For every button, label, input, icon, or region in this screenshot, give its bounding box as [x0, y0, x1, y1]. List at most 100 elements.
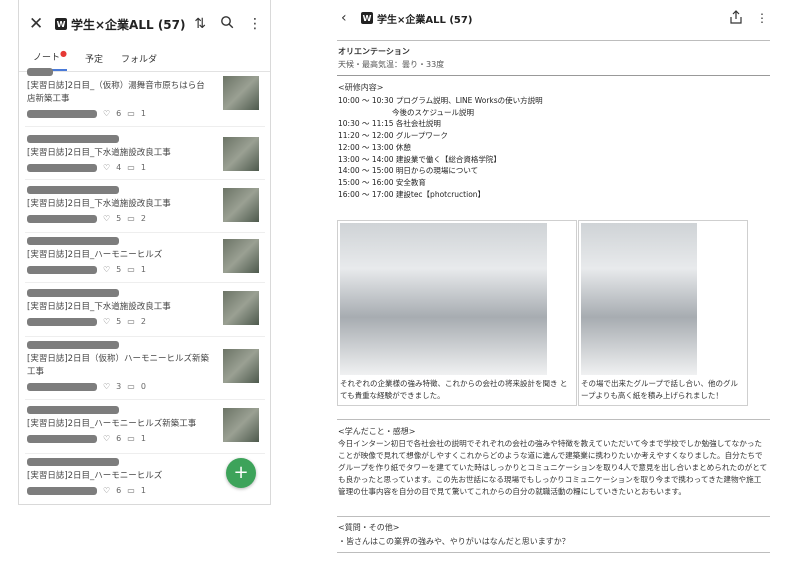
divider: [25, 336, 265, 337]
heart-icon: ♡: [103, 163, 111, 172]
note-item[interactable]: [実習日誌]2日目_ハーモニーヒルズ新築工事 ♡ 6 ▭ 1: [25, 406, 265, 454]
divider: [337, 552, 770, 553]
author-name-redacted: [27, 237, 119, 245]
paper-tower-photo: [581, 223, 697, 375]
like-count: 6: [116, 109, 122, 118]
author-name-redacted: [27, 68, 53, 76]
heart-icon: ♡: [103, 265, 111, 274]
divider: [25, 453, 265, 454]
like-count: 5: [116, 317, 122, 326]
comment-icon: ▭: [127, 109, 135, 118]
schedule-row: 15:00 ～ 16:00 安全教育: [338, 177, 426, 187]
like-count: 5: [116, 214, 122, 223]
unread-dot: ●: [60, 49, 67, 58]
photo-card-seminar[interactable]: それぞれの企業様の強み特徴、これからの会社の将来設計を聞き とても貴重な経験がで…: [337, 220, 577, 406]
note-thumbnail: [223, 76, 259, 110]
date-redacted: [27, 214, 97, 223]
note-title: [実習日誌]2日目_下水道施設改良工事: [27, 148, 171, 158]
divider: [337, 40, 770, 41]
note-item[interactable]: [実習日誌]2日目_（仮称）湯舞音市原ちはら台店新築工事 ♡ 6 ▭ 1: [25, 68, 265, 127]
heart-icon: ♡: [103, 109, 111, 118]
note-item[interactable]: [実習日誌]2日目（仮称）ハーモニーヒルズ新築工事 ♡ 3 ▭ 0: [25, 341, 265, 400]
comment-count: 2: [140, 214, 146, 223]
heart-icon: ♡: [103, 486, 111, 495]
note-detail-screen: ‹ W 学生×企業ALL (57) ⋮ オリエンテーション 天候・最高気温：曇り…: [333, 0, 778, 562]
author-name-redacted: [27, 186, 119, 194]
comment-icon: ▭: [127, 486, 135, 495]
divider: [25, 282, 265, 283]
note-list-screen: ✕ W 学生×企業ALL (57) ⇅ ⋮ ノート● 予定 フォルダ [実習日誌…: [18, 0, 271, 505]
date-redacted: [27, 109, 97, 118]
comment-icon: ▭: [127, 265, 135, 274]
divider: [25, 179, 265, 180]
note-item[interactable]: [実習日誌]2日目_ハーモニーヒルズ ♡ 6 ▭ 1: [27, 458, 259, 495]
heart-icon: ♡: [103, 434, 111, 443]
close-icon[interactable]: ✕: [29, 14, 51, 34]
note-item[interactable]: [実習日誌]2日目_下水道施設改良工事 ♡ 5 ▭ 2: [25, 289, 265, 337]
more-menu-icon[interactable]: ⋮: [756, 11, 768, 25]
photo-caption: それぞれの企業様の強み特徴、これからの会社の将来設計を聞き とても貴重な経験がで…: [340, 379, 568, 400]
author-name-redacted: [27, 135, 119, 143]
note-thumbnail: [223, 188, 259, 222]
comment-count: 1: [140, 486, 146, 495]
note-title: [実習日誌]2日目_ハーモニーヒルズ: [27, 471, 163, 481]
date-redacted: [27, 265, 97, 274]
divider: [25, 399, 265, 400]
note-item[interactable]: [実習日誌]2日目_下水道施設改良工事 ♡ 4 ▭ 1: [25, 135, 265, 180]
comment-count: 0: [140, 382, 146, 391]
works-app-icon: W: [361, 12, 373, 24]
photo-caption: その場で出来たグループで話し合い、他のグループよりも高く紙を積み上げられました！: [581, 379, 739, 400]
comment-icon: ▭: [127, 317, 135, 326]
note-title: [実習日誌]2日目_ハーモニーヒルズ: [27, 250, 163, 260]
detail-header: ‹ W 学生×企業ALL (57) ⋮: [333, 0, 778, 36]
note-thumbnail: [223, 239, 259, 273]
schedule-row: 10:00 ～ 10:30 プログラム説明、LINE Worksの使い方説明: [338, 96, 543, 105]
note-thumbnail: [223, 408, 259, 442]
schedule-row: 12:00 ～ 13:00 休憩: [338, 142, 411, 152]
share-icon[interactable]: [730, 9, 742, 27]
group-title: W 学生×企業ALL (57): [55, 16, 194, 33]
sort-icon[interactable]: ⇅: [194, 16, 206, 32]
comment-icon: ▭: [127, 163, 135, 172]
divider: [337, 75, 770, 76]
photo-card-tower[interactable]: その場で出来たグループで話し合い、他のグループよりも高く紙を積み上げられました！: [578, 220, 748, 406]
schedule-row: 14:00 ～ 15:00 明日からの現場について: [338, 166, 479, 176]
group-title-text: 学生×企業ALL (57): [71, 17, 186, 32]
comment-count: 1: [140, 163, 146, 172]
note-title: [実習日誌]2日目_下水道施設改良工事: [27, 199, 171, 209]
note-item[interactable]: [実習日誌]2日目_下水道施設改良工事 ♡ 5 ▭ 2: [25, 186, 265, 233]
note-title: [実習日誌]2日目_（仮称）湯舞音市原ちはら台店新築工事: [27, 81, 205, 104]
divider: [25, 232, 265, 233]
group-title-text: 学生×企業ALL (57): [377, 14, 473, 26]
author-name-redacted: [27, 341, 119, 349]
search-icon[interactable]: [220, 15, 234, 33]
date-redacted: [27, 486, 97, 495]
more-menu-icon[interactable]: ⋮: [248, 16, 262, 32]
note-item[interactable]: [実習日誌]2日目_ハーモニーヒルズ ♡ 5 ▭ 1: [25, 237, 265, 283]
learned-text: 今日インターン初日で各社会社の説明でそれぞれの会社の強みや特徴を教えていただいて…: [338, 439, 768, 496]
schedule-row: 今後のスケジュール説明: [392, 107, 474, 117]
list-header: ✕ W 学生×企業ALL (57) ⇅ ⋮: [19, 0, 270, 48]
comment-icon: ▭: [127, 382, 135, 391]
back-chevron-icon[interactable]: ‹: [341, 10, 361, 26]
works-app-icon: W: [55, 18, 67, 30]
date-redacted: [27, 317, 97, 326]
comment-count: 1: [140, 109, 146, 118]
heart-icon: ♡: [103, 317, 111, 326]
divider: [337, 516, 770, 517]
schedule-row: 10:30 ～ 11:15 各社会社説明: [338, 119, 441, 129]
note-title: [実習日誌]2日目_ハーモニーヒルズ新築工事: [27, 419, 197, 429]
like-count: 4: [116, 163, 122, 172]
note-title: [実習日誌]2日目（仮称）ハーモニーヒルズ新築工事: [27, 354, 210, 377]
add-note-button[interactable]: +: [226, 458, 256, 488]
comment-icon: ▭: [127, 214, 135, 223]
schedule-list: 10:00 ～ 10:30 プログラム説明、LINE Worksの使い方説明 今…: [338, 95, 543, 200]
question-heading: <質問・その他>: [338, 523, 400, 532]
divider: [25, 126, 265, 127]
section-title: オリエンテーション: [338, 47, 410, 56]
note-title: [実習日誌]2日目_下水道施設改良工事: [27, 302, 171, 312]
note-thumbnail: [223, 291, 259, 325]
training-heading: <研修内容>: [338, 83, 384, 92]
heart-icon: ♡: [103, 382, 111, 391]
date-redacted: [27, 434, 97, 443]
